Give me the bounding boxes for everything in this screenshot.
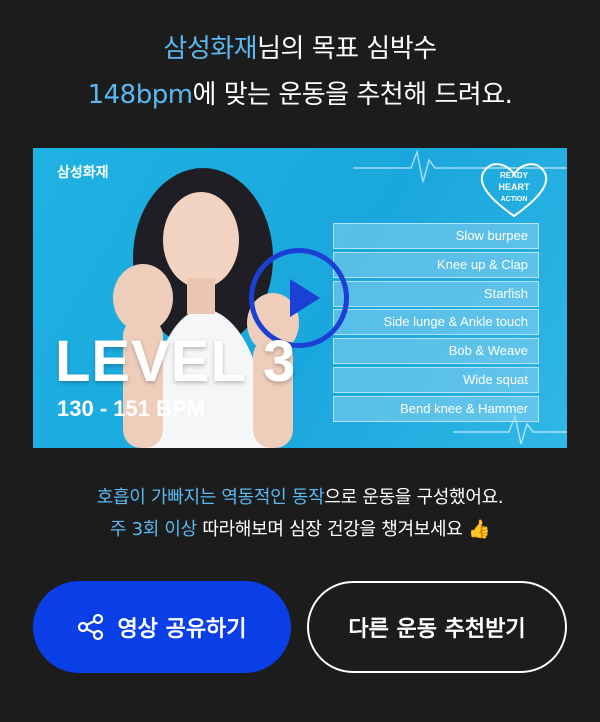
description-line-2-text: 따라해보며 심장 건강을 챙겨보세요 [196,519,468,540]
move-item: Knee up & Clap [333,251,539,278]
headline: 삼성화재님의 목표 심박수 148bpm에 맞는 운동을 추천해 드려요. [0,26,600,118]
user-name: 삼성화재 [163,34,258,64]
recommend-other-workout-button[interactable]: 다른 운동 추천받기 [307,581,567,673]
svg-text:ACTION: ACTION [501,196,528,203]
svg-text:HEART: HEART [499,182,531,192]
description: 호흡이 가빠지는 역동적인 동작으로 운동을 구성했어요. 주 3회 이상 따라… [0,482,600,546]
workout-video-player[interactable]: 삼성화재 READY HEART ACTION Slow burpee Knee… [33,148,567,448]
recommend-other-label: 다른 운동 추천받기 [348,617,526,642]
headline-line-2-text: 에 맞는 운동을 추천해 드려요. [192,80,513,110]
video-brand-logo: 삼성화재 [57,165,109,181]
share-icon [78,613,104,641]
move-item: Starfish [333,280,539,307]
move-item: Bob & Weave [333,338,539,365]
description-line-2: 주 3회 이상 따라해보며 심장 건강을 챙겨보세요 👍 [0,514,600,546]
description-line-1: 호흡이 가빠지는 역동적인 동작으로 운동을 구성했어요. [0,482,600,514]
move-list: Slow burpee Knee up & Clap Starfish Side… [333,223,539,425]
move-item: Slow burpee [333,223,539,249]
thumbs-up-icon: 👍 [467,519,491,540]
headline-line-2: 148bpm에 맞는 운동을 추천해 드려요. [0,72,600,118]
description-highlight-1: 호흡이 가빠지는 역동적인 동작 [96,487,325,508]
svg-text:READY: READY [500,171,529,180]
headline-line-1: 삼성화재님의 목표 심박수 [0,26,600,72]
bpm-range: 130 - 151 BPM [57,396,205,421]
move-item: Side lunge & Ankle touch [333,309,539,336]
share-video-button[interactable]: 영상 공유하기 [33,581,291,673]
description-line-1-text: 으로 운동을 구성했어요. [324,487,504,508]
share-video-label: 영상 공유하기 [117,617,247,642]
level-title: LEVEL 3 [55,329,297,394]
move-item: Wide squat [333,366,539,393]
headline-line-1-text: 님의 목표 심박수 [257,34,437,64]
ready-heart-action-badge-icon: READY HEART ACTION [480,163,548,218]
move-item: Bend knee & Hammer [333,395,539,422]
target-bpm: 148bpm [87,80,193,110]
description-highlight-2: 주 3회 이상 [109,519,197,540]
